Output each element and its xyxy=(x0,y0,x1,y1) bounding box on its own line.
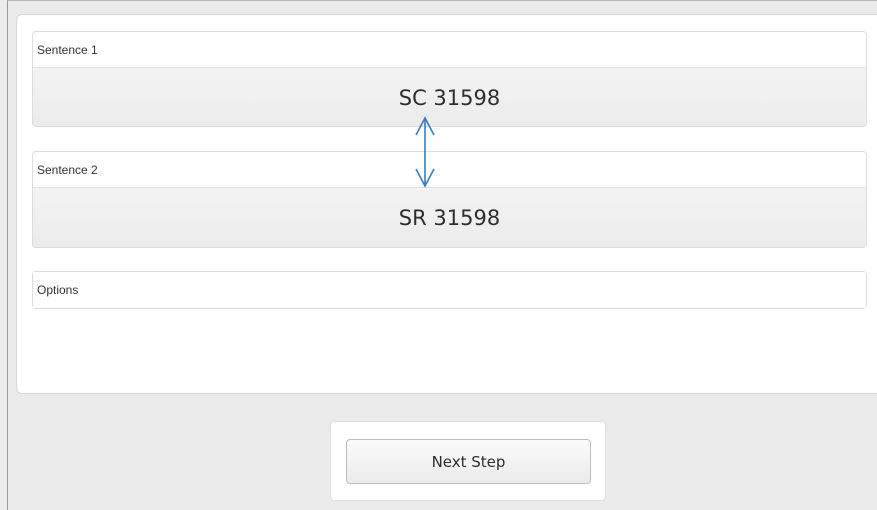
footer-panel: Next Step xyxy=(330,421,606,501)
next-step-button[interactable]: Next Step xyxy=(346,439,591,484)
options-label: Options xyxy=(33,272,866,308)
sentence-2-card: Sentence 2 SR 31598 xyxy=(32,151,867,248)
sentence-2-label: Sentence 2 xyxy=(33,152,866,188)
double-headed-arrow-icon xyxy=(415,116,435,188)
sentence-1-card: Sentence 1 SC 31598 xyxy=(32,31,867,127)
sentence-1-label: Sentence 1 xyxy=(33,32,866,68)
sentence-1-value: SC 31598 xyxy=(33,68,866,126)
options-card: Options xyxy=(32,271,867,309)
sentence-2-value: SR 31598 xyxy=(33,188,866,247)
